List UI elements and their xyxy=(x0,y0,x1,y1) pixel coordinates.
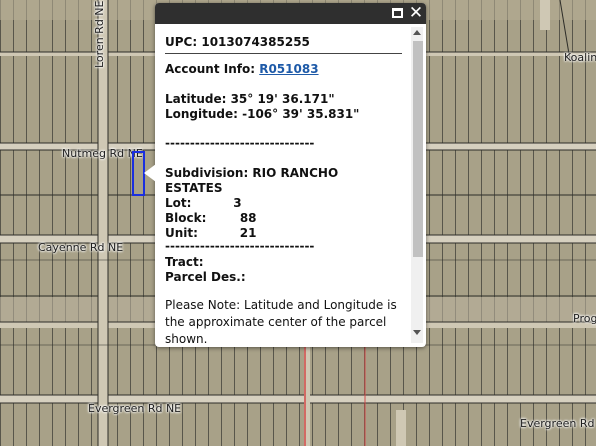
road-label-evergreen-left: Evergreen Rd NE xyxy=(88,402,182,415)
popup-content: UPC: 1013074385255 Account Info: R051083… xyxy=(165,29,408,345)
scroll-down-icon[interactable] xyxy=(411,326,423,338)
popup-pointer xyxy=(144,164,156,182)
account-link[interactable]: R051083 xyxy=(259,62,318,76)
parcel-description: Parcel Des.: xyxy=(165,270,246,284)
upc-label: UPC: xyxy=(165,35,198,49)
separator: ------------------------------ xyxy=(165,136,315,150)
block: Block: 88 xyxy=(165,211,257,225)
account-label: Account Info: xyxy=(165,62,256,76)
scrollbar-thumb[interactable] xyxy=(413,41,423,257)
latitude: Latitude: 35° 19' 36.171" xyxy=(165,92,335,106)
scroll-up-icon[interactable] xyxy=(411,27,423,39)
tract: Tract: xyxy=(165,255,204,269)
longitude: Longitude: -106° 39' 35.831" xyxy=(165,107,360,121)
account-row: Account Info: R051083 xyxy=(165,62,319,77)
road-label-loren: Loren Rd NE xyxy=(93,0,106,68)
upc-row: UPC: 1013074385255 xyxy=(165,35,310,50)
separator-2: ------------------------------ xyxy=(165,239,315,253)
location-note: Please Note: Latitude and Longitude is t… xyxy=(165,298,397,345)
upc-value: 1013074385255 xyxy=(201,35,310,49)
close-icon[interactable]: ✕ xyxy=(408,3,424,24)
subdivision-line2: ESTATES xyxy=(165,181,223,195)
divider xyxy=(165,53,402,54)
road-label-cayenne: Cayenne Rd NE xyxy=(38,241,124,254)
maximize-icon[interactable] xyxy=(392,8,403,18)
road-label-prog: Prog xyxy=(573,312,596,325)
popup-titlebar: ✕ xyxy=(155,3,426,24)
road-label-nutmeg: Nutmeg Rd NE xyxy=(62,147,143,160)
road-label-evergreen-right: Evergreen Rd NE xyxy=(520,417,596,430)
parcel-info-popup: ✕ UPC: 1013074385255 Account Info: R0510… xyxy=(155,3,426,347)
subdivision-line1: Subdivision: RIO RANCHO xyxy=(165,166,339,180)
road-label-koala: Koalin xyxy=(564,51,596,64)
lot: Lot: 3 xyxy=(165,196,242,210)
